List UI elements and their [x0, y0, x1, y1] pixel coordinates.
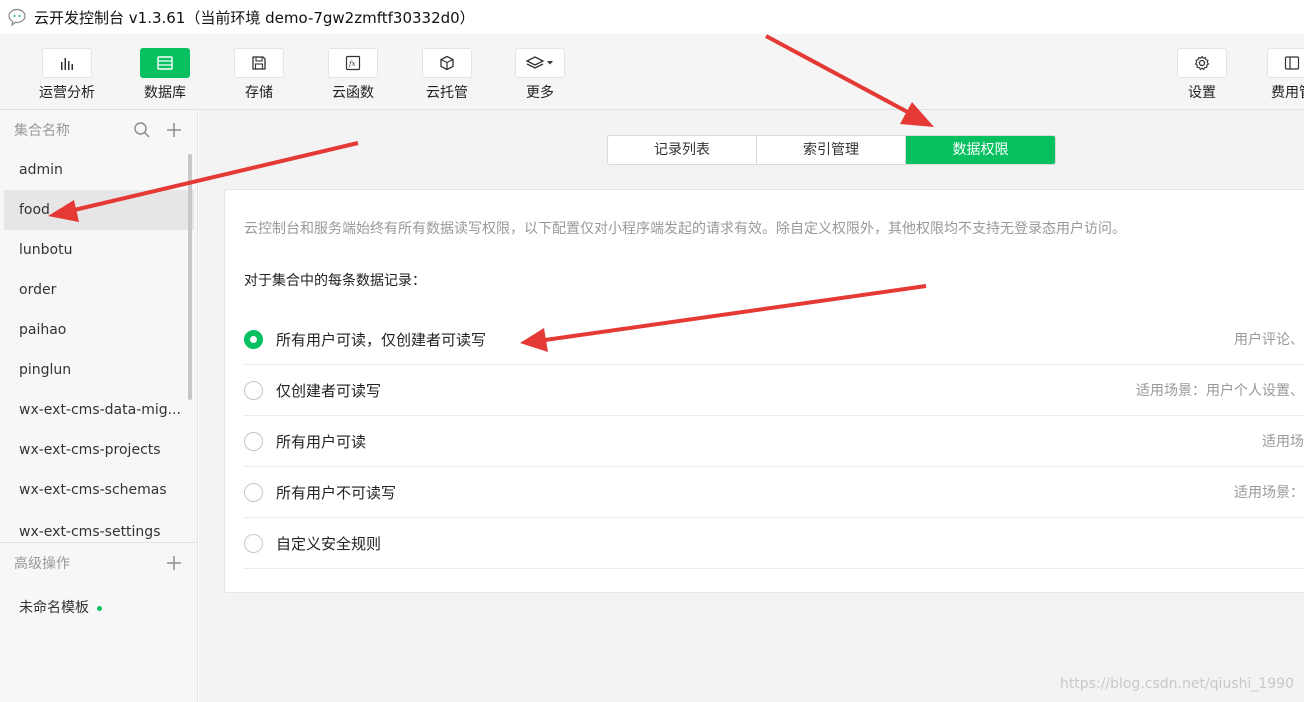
toolbar-billing-label: 费用管: [1271, 85, 1304, 101]
permission-option-hint: 用户评论、: [1234, 332, 1304, 348]
permission-option-read-all[interactable]: 所有用户可读 适用场: [244, 416, 1304, 467]
wechat-devtools-icon: [8, 8, 28, 26]
permissions-panel: 云控制台和服务端始终有所有数据读写权限，以下配置仅对小程序端发起的请求有效。除自…: [224, 189, 1304, 593]
collection-item-selected[interactable]: food: [4, 190, 194, 230]
radio[interactable]: [244, 533, 263, 553]
collection-list: admin food lunbotu order paihao pinglun …: [0, 150, 197, 542]
tab-indexes[interactable]: 索引管理: [757, 136, 906, 164]
radio[interactable]: [244, 380, 263, 400]
status-dot: [97, 605, 102, 611]
collection-list-scrollbar[interactable]: [188, 154, 192, 400]
collection-item[interactable]: wx-ext-cms-schemas: [0, 470, 190, 510]
title-bar: 云开发控制台 v1.3.61（当前环境 demo-7gw2zmftf30332d…: [0, 0, 1304, 34]
layers-icon: [526, 56, 553, 69]
toolbar-billing-button[interactable]: 费用管: [1265, 48, 1304, 102]
function-icon: fx: [345, 55, 361, 71]
search-icon[interactable]: [133, 121, 151, 139]
radio[interactable]: [244, 431, 263, 451]
collection-item[interactable]: wx-ext-cms-data-mig...: [0, 390, 190, 430]
collection-item[interactable]: paihao: [0, 310, 190, 350]
collection-item[interactable]: wx-ext-cms-projects: [0, 430, 190, 470]
main-content: 记录列表 索引管理 数据权限 云控制台和服务端始终有所有数据读写权限，以下配置仅…: [199, 110, 1304, 702]
add-collection-icon[interactable]: [165, 121, 183, 139]
database-icon: [157, 56, 173, 70]
collection-item[interactable]: lunbotu: [0, 230, 190, 270]
bar-chart-icon: [61, 58, 73, 70]
permission-option-hint: 适用场景：用户个人设置、: [1136, 383, 1304, 399]
collections-header-label: 集合名称: [14, 123, 70, 139]
permission-option-label: 所有用户不可读写: [276, 483, 397, 502]
toolbar: 运营分析 数据库 存储 fx 云函数 云托管 更多 设置 费用: [0, 34, 1304, 110]
advanced-header-label: 高级操作: [14, 556, 70, 572]
toolbar-cloudrun-label: 云托管: [426, 85, 468, 101]
toolbar-analytics-button[interactable]: 运营分析: [32, 48, 102, 102]
toolbar-functions-button[interactable]: fx 云函数: [318, 48, 388, 102]
toolbar-more-button[interactable]: 更多: [505, 48, 575, 102]
permission-option-creator-only[interactable]: 仅创建者可读写 适用场景：用户个人设置、: [244, 365, 1304, 416]
template-item[interactable]: 未命名模板: [0, 583, 197, 633]
toolbar-functions-label: 云函数: [332, 85, 374, 101]
collection-item[interactable]: admin: [0, 150, 190, 190]
radio-checked[interactable]: [244, 329, 263, 349]
toolbar-storage-button[interactable]: 存储: [224, 48, 294, 102]
tab-records[interactable]: 记录列表: [608, 136, 757, 164]
cube-icon: [440, 55, 454, 71]
collections-sidebar: 集合名称 admin food lunbotu order paihao pin…: [0, 110, 198, 702]
permissions-notice: 云控制台和服务端始终有所有数据读写权限，以下配置仅对小程序端发起的请求有效。除自…: [244, 221, 1126, 237]
collection-item[interactable]: pinglun: [0, 350, 190, 390]
permission-option-read-all-write-creator[interactable]: 所有用户可读，仅创建者可读写 用户评论、: [244, 314, 1304, 365]
permissions-subtitle: 对于集合中的每条数据记录：: [244, 273, 426, 289]
watermark: https://blog.csdn.net/qiushi_1990: [1059, 676, 1294, 692]
permission-option-hint: 适用场: [1262, 434, 1304, 450]
billing-icon: [1284, 56, 1300, 70]
toolbar-database-label: 数据库: [144, 85, 186, 101]
toolbar-settings-button[interactable]: 设置: [1167, 48, 1237, 102]
add-template-icon[interactable]: [165, 554, 183, 572]
toolbar-storage-label: 存储: [245, 85, 273, 101]
storage-icon: [252, 56, 266, 70]
permission-options: 所有用户可读，仅创建者可读写 用户评论、 仅创建者可读写 适用场景：用户个人设置…: [244, 314, 1304, 569]
window-title: 云开发控制台 v1.3.61（当前环境 demo-7gw2zmftf30332d…: [34, 8, 475, 27]
collection-item[interactable]: order: [0, 270, 190, 310]
permission-option-hint: 适用场景：: [1234, 485, 1304, 501]
toolbar-analytics-label: 运营分析: [39, 85, 95, 101]
tab-permissions[interactable]: 数据权限: [906, 136, 1055, 164]
toolbar-settings-label: 设置: [1188, 85, 1216, 101]
gear-icon: [1194, 55, 1210, 71]
radio[interactable]: [244, 482, 263, 502]
toolbar-database-button[interactable]: 数据库: [130, 48, 200, 102]
toolbar-more-label: 更多: [526, 85, 554, 101]
advanced-header: 高级操作: [0, 543, 197, 583]
permission-option-custom-rules[interactable]: 自定义安全规则: [244, 518, 1304, 569]
template-item-label: 未命名模板: [19, 600, 89, 616]
collection-item[interactable]: wx-ext-cms-settings: [0, 510, 190, 542]
permission-option-label: 所有用户可读: [276, 432, 367, 451]
permission-option-no-access[interactable]: 所有用户不可读写 适用场景：: [244, 467, 1304, 518]
svg-text:fx: fx: [348, 60, 356, 68]
permission-option-label: 自定义安全规则: [276, 534, 382, 553]
collections-header: 集合名称: [0, 110, 197, 150]
permission-option-label: 所有用户可读，仅创建者可读写: [276, 330, 487, 349]
tab-group: 记录列表 索引管理 数据权限: [607, 135, 1056, 165]
permission-option-label: 仅创建者可读写: [276, 381, 382, 400]
toolbar-cloudrun-button[interactable]: 云托管: [412, 48, 482, 102]
